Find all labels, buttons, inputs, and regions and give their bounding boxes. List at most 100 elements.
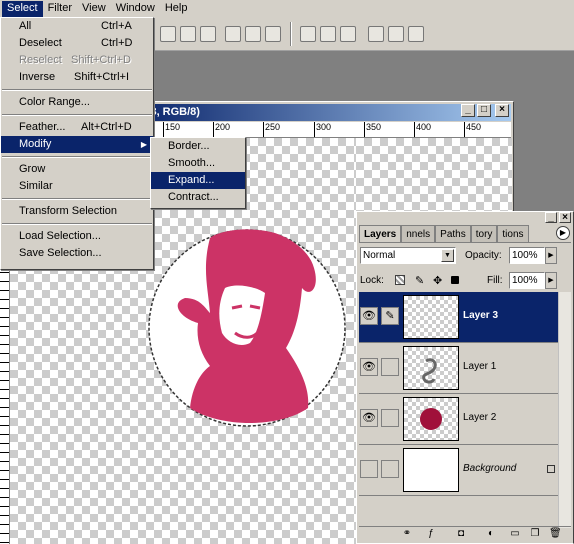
shortcut-label: Alt+Ctrl+D — [81, 121, 132, 133]
link-slot[interactable] — [381, 409, 399, 427]
tab-history[interactable]: tory — [470, 225, 498, 242]
tab-paths[interactable]: Paths — [435, 225, 471, 242]
menu-item-transform-selection[interactable]: Transform Selection — [1, 203, 153, 220]
layer-mask-icon[interactable]: ◘ — [455, 529, 467, 540]
link-icon[interactable]: ⚭ — [401, 529, 413, 540]
circle-thumb-icon — [420, 408, 442, 430]
menu-item-deselect[interactable]: Deselect Ctrl+D — [1, 35, 153, 52]
ruler-tick: 300 — [314, 122, 331, 137]
align-left-icon[interactable] — [225, 26, 241, 42]
align-top-icon[interactable] — [160, 26, 176, 42]
align-vcenter-icon[interactable] — [180, 26, 196, 42]
menu-item-label: Deselect — [19, 37, 62, 49]
distribute-left-icon[interactable] — [368, 26, 384, 42]
tab-actions[interactable]: tions — [497, 225, 529, 242]
menu-item-label: Modify — [19, 138, 52, 150]
tab-layers[interactable]: Layers — [359, 225, 402, 242]
close-icon[interactable]: × — [495, 104, 509, 117]
layer-row[interactable]: 👁 ✎ Layer 3 — [359, 292, 559, 343]
eye-icon[interactable]: 👁 — [360, 358, 378, 376]
menu-separator — [2, 114, 152, 116]
layer-style-icon[interactable]: ƒ — [425, 529, 437, 540]
canvas[interactable] — [356, 138, 512, 213]
menu-item-feather[interactable]: Feather... Alt+Ctrl+D — [1, 119, 153, 136]
opacity-arrow-icon[interactable]: ▶ — [545, 247, 557, 264]
minimize-icon[interactable]: _ — [545, 212, 557, 223]
align-bottom-icon[interactable] — [200, 26, 216, 42]
close-icon[interactable]: × — [559, 212, 571, 223]
menu-item-load-selection[interactable]: Load Selection... — [1, 228, 153, 245]
menu-item-similar[interactable]: Similar — [1, 178, 153, 195]
lock-move-icon[interactable]: ✥ — [433, 274, 442, 287]
menu-item-save-selection[interactable]: Save Selection... — [1, 245, 153, 262]
link-slot[interactable] — [381, 358, 399, 376]
blend-mode-value: Normal — [363, 250, 396, 261]
layer-thumbnail — [403, 448, 459, 492]
submenu-item-smooth[interactable]: Smooth... — [151, 155, 245, 172]
submenu-item-expand[interactable]: Expand... — [151, 172, 245, 189]
menu-item-modify[interactable]: Modify ▶ — [1, 136, 153, 153]
layer-row[interactable]: 👁 Layer 1 — [359, 343, 559, 394]
distribute-right-icon[interactable] — [408, 26, 424, 42]
menu-item-color-range[interactable]: Color Range... — [1, 94, 153, 111]
align-hcenter-icon[interactable] — [245, 26, 261, 42]
tab-channels[interactable]: nnels — [401, 225, 436, 242]
menu-item-label: Similar — [19, 180, 53, 192]
menu-item-label: Inverse — [19, 71, 56, 83]
menu-item-grow[interactable]: Grow — [1, 161, 153, 178]
eye-icon[interactable]: 👁 — [360, 409, 378, 427]
menu-filter[interactable]: Filter — [43, 1, 77, 17]
lock-brush-icon[interactable]: ✎ — [415, 274, 424, 287]
adjustment-layer-icon[interactable]: ◐ — [485, 529, 497, 540]
eye-slot[interactable] — [360, 460, 378, 478]
distribute-top-icon[interactable] — [300, 26, 316, 42]
lock-transparent-icon[interactable] — [395, 275, 405, 285]
menu-item-all[interactable]: All Ctrl+A — [1, 18, 153, 35]
menu-window[interactable]: Window — [111, 1, 160, 17]
maximize-icon[interactable]: □ — [477, 104, 491, 117]
lock-all-icon[interactable] — [451, 276, 459, 284]
distribute-vcenter-icon[interactable] — [320, 26, 336, 42]
layer-row[interactable]: 👁 Layer 2 — [359, 394, 559, 445]
new-layer-icon[interactable]: ❐ — [529, 529, 541, 540]
menu-select[interactable]: Select — [2, 0, 43, 17]
panel-menu-icon[interactable]: ▶ — [556, 226, 570, 240]
link-slot[interactable] — [381, 460, 399, 478]
swirl-icon — [422, 358, 437, 384]
submenu-item-contract[interactable]: Contract... — [151, 189, 245, 206]
ruler-tick: 350 — [364, 122, 381, 137]
trash-icon[interactable]: 🗑 — [549, 529, 562, 540]
distribute-bottom-icon[interactable] — [340, 26, 356, 42]
menu-separator — [2, 198, 152, 200]
menu-item-label: Color Range... — [19, 96, 90, 108]
submenu-item-border[interactable]: Border... — [151, 138, 245, 155]
toolbar-separator — [290, 22, 292, 46]
submenu-arrow-icon: ▶ — [140, 140, 147, 149]
align-right-icon[interactable] — [265, 26, 281, 42]
layer-row[interactable]: Background — [359, 445, 559, 496]
layers-scrollbar[interactable] — [558, 292, 571, 528]
opacity-label: Opacity: — [465, 250, 502, 261]
menu-item-inverse[interactable]: Inverse Shift+Ctrl+I — [1, 69, 153, 86]
menu-item-reselect: Reselect Shift+Ctrl+D — [1, 52, 153, 69]
minimize-icon[interactable]: _ — [461, 104, 475, 117]
fill-input[interactable]: 100% — [509, 272, 545, 289]
lock-label: Lock: — [360, 275, 384, 286]
shortcut-label: Shift+Ctrl+D — [71, 54, 131, 66]
eye-icon[interactable]: 👁 — [360, 307, 378, 325]
distribute-hcenter-icon[interactable] — [388, 26, 404, 42]
new-group-icon[interactable]: ▭ — [509, 529, 521, 540]
brush-icon[interactable]: ✎ — [381, 307, 399, 325]
menu-view[interactable]: View — [77, 1, 111, 17]
menu-item-label: Grow — [19, 163, 46, 175]
fill-arrow-icon[interactable]: ▶ — [545, 272, 557, 289]
blend-mode-select[interactable]: Normal ▼ — [360, 247, 456, 264]
menu-help[interactable]: Help — [160, 1, 193, 17]
menu-item-label: Reselect — [19, 54, 62, 66]
chevron-down-icon: ▼ — [441, 249, 454, 262]
opacity-input[interactable]: 100% — [509, 247, 545, 264]
shortcut-label: Shift+Ctrl+I — [74, 71, 130, 83]
horizontal-ruler: 150 200 250 300 350 400 450 — [133, 122, 511, 138]
document-title[interactable]: er 3, RGB/8) — [133, 104, 511, 121]
layer-name: Layer 3 — [463, 310, 499, 321]
